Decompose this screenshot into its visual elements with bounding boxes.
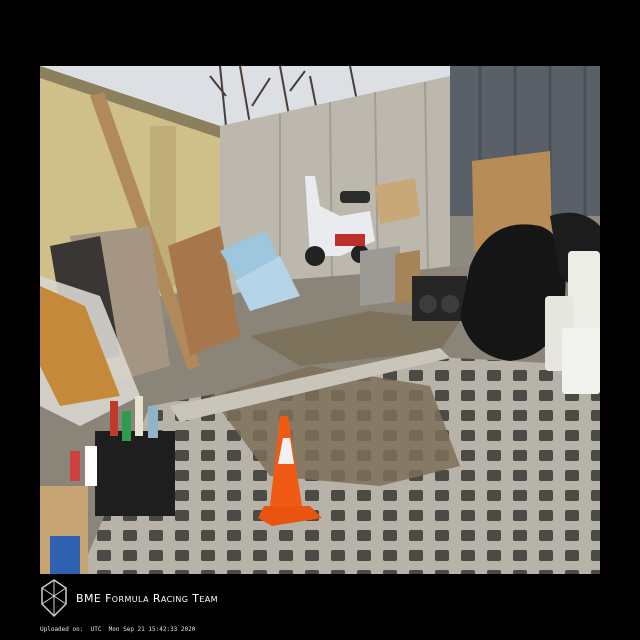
upload-label: Uploaded on: — [40, 626, 84, 633]
upload-timestamp: UTC Mon Sep 21 15:42:33 2020 — [90, 626, 196, 633]
bottle-crate — [95, 431, 175, 516]
team-name: BME Formula Racing Team — [76, 591, 218, 605]
cardboard-box — [375, 178, 420, 224]
wire-crate — [360, 246, 400, 306]
backyard-scene — [40, 66, 600, 574]
blue-container — [50, 536, 80, 574]
white-bucket — [562, 328, 600, 394]
team-logo-icon — [41, 579, 67, 618]
upload-info: Uploaded on: UTC Mon Sep 21 15:42:33 202… — [40, 626, 195, 633]
speaker-box — [412, 276, 467, 321]
footer-branding: BME Formula Racing Team — [40, 578, 440, 618]
photo — [40, 66, 600, 574]
